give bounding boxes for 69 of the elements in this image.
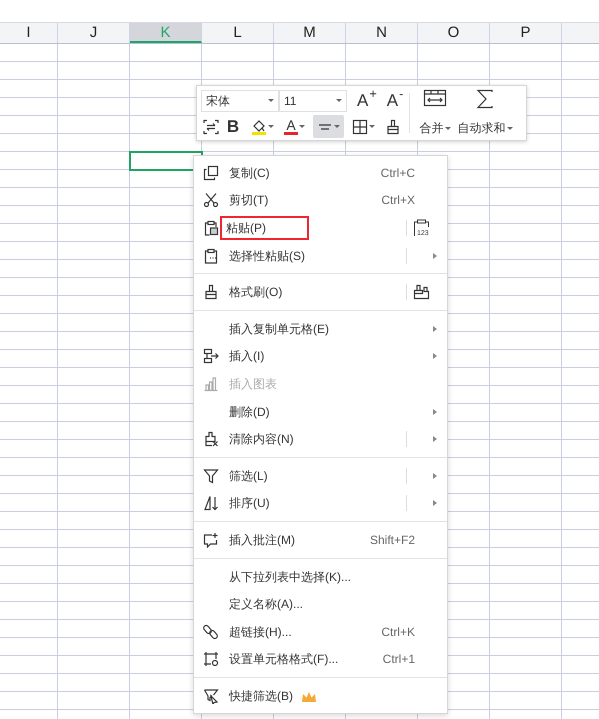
grid-icon: [352, 118, 368, 134]
brush-icon: [203, 284, 219, 300]
decrease-font-button[interactable]: A$^{-}$: [384, 89, 406, 112]
copy-icon: [203, 164, 219, 181]
menu-item[interactable]: 筛选(L): [194, 462, 447, 490]
column-header[interactable]: N: [346, 23, 418, 43]
filter-pointer-icon: [203, 688, 219, 704]
autosum-button[interactable]: 自动求和: [454, 89, 516, 137]
menu-item[interactable]: 剪切(T) Ctrl+X: [194, 186, 447, 214]
cell-settings-icon: [203, 651, 219, 668]
caret-icon: [268, 125, 274, 128]
submenu-arrow-icon: [433, 436, 437, 442]
sort-icon: [203, 495, 219, 512]
menu-item[interactable]: 删除(D): [194, 398, 447, 426]
sigma-icon: [475, 89, 496, 109]
submenu-arrow-icon: [433, 326, 437, 332]
caret-icon: [369, 125, 375, 128]
menu-item[interactable]: 设置单元格格式(F)... Ctrl+1: [194, 646, 447, 674]
submenu-arrow-icon: [433, 353, 437, 360]
menu-item[interactable]: 选择性粘贴(S): [194, 242, 447, 270]
clipboard-icon: [203, 220, 219, 236]
brush-icon[interactable]: [413, 284, 430, 300]
submenu-arrow-icon: [433, 500, 437, 506]
submenu-arrow-icon: [433, 408, 437, 415]
menu-item[interactable]: 快捷筛选(B): [194, 682, 447, 710]
column-header[interactable]: I: [0, 23, 58, 43]
insert-cells-icon: [203, 348, 219, 364]
caret-icon: [299, 125, 305, 128]
menu-item[interactable]: 从下拉列表中选择(K)...: [194, 562, 447, 590]
comment-add-icon: [203, 532, 219, 548]
menu-item[interactable]: 插入(I): [194, 342, 447, 370]
menu-item[interactable]: 复制(C) Ctrl+C: [194, 159, 447, 187]
increase-font-button[interactable]: A$^{+}$: [355, 89, 379, 112]
align-button[interactable]: [313, 115, 344, 138]
menu-item[interactable]: 插入复制单元格(E): [194, 314, 447, 343]
submenu-arrow-icon: [433, 252, 437, 259]
menu-item[interactable]: 超链接(H)... Ctrl+K: [194, 618, 447, 646]
caret-icon: [334, 125, 340, 128]
caret-icon: [507, 126, 514, 130]
font-color-button[interactable]: A: [282, 115, 307, 138]
merge-button[interactable]: 合并: [416, 89, 454, 137]
menu-item[interactable]: 定义名称(A)...: [194, 590, 447, 618]
column-header[interactable]: P: [490, 23, 562, 43]
crown-icon: [301, 690, 317, 704]
filter-icon: [203, 468, 219, 484]
column-header[interactable]: M: [274, 23, 346, 43]
highlight-box: 粘贴(P): [220, 216, 309, 240]
bar-chart-icon: [203, 376, 219, 392]
column-header[interactable]: L: [202, 23, 274, 43]
column-header[interactable]: O: [418, 23, 490, 43]
font-select[interactable]: 宋体: [201, 90, 279, 112]
scissors-icon: [203, 192, 219, 208]
caret-icon: [336, 99, 342, 102]
submenu-arrow-icon: [433, 472, 437, 479]
merge-cells-icon: [423, 89, 448, 107]
font-size-select[interactable]: 11: [279, 90, 347, 112]
bracket-arrow-icon: [203, 118, 219, 134]
caret-icon: [268, 99, 274, 102]
brush-icon: [385, 118, 401, 134]
menu-item[interactable]: 排序(U): [194, 490, 447, 518]
bold-button[interactable]: B: [221, 115, 245, 138]
menu-item[interactable]: 清除内容(N): [194, 425, 447, 453]
menu-item[interactable]: 插入批注(M) Shift+F2: [194, 526, 447, 554]
link-icon: [203, 624, 219, 640]
eraser-icon: [203, 431, 219, 448]
caret-icon: [445, 126, 452, 130]
clipboard-icon: [203, 248, 219, 264]
menu-item[interactable]: 格式刷(O): [194, 278, 447, 306]
paint-bucket-icon: [251, 118, 267, 132]
